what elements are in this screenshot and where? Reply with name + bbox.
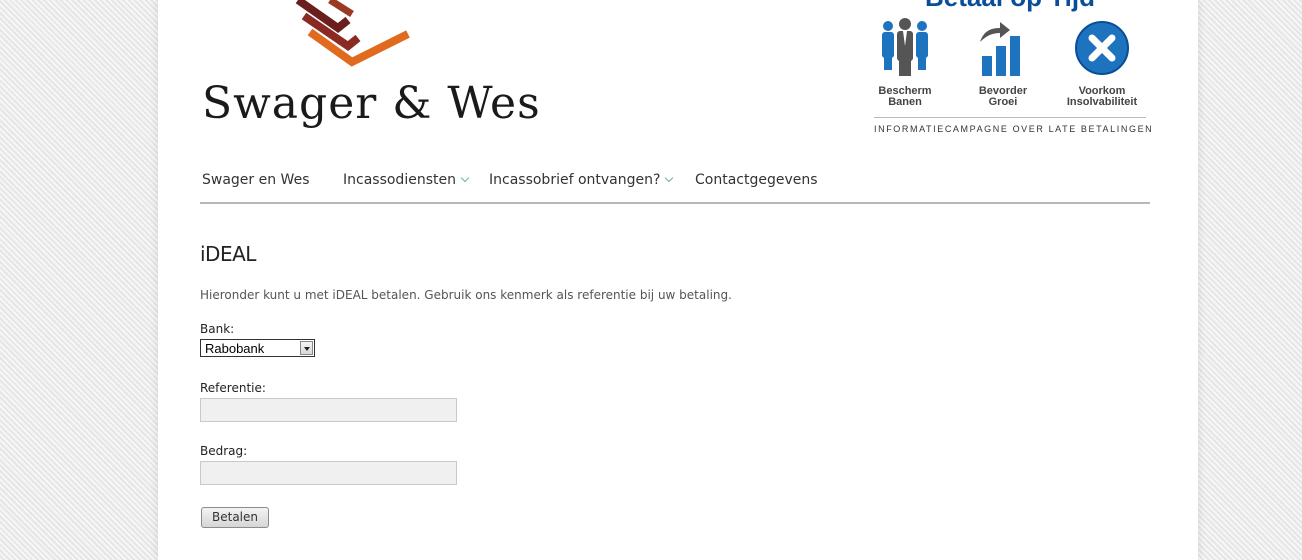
page-title: iDEAL [200, 242, 256, 266]
banner-divider [874, 117, 1146, 118]
nav-item-incassobrief-ontvangen[interactable]: Incassobrief ontvangen? [489, 172, 674, 188]
site-logo[interactable]: Swager & Wes [202, 0, 540, 135]
main-navigation: Swager en Wes Incassodiensten Incassobri… [200, 172, 1150, 204]
dropdown-arrow-icon[interactable] [300, 341, 313, 355]
reference-input[interactable] [200, 398, 457, 422]
nav-item-incassodiensten[interactable]: Incassodiensten [343, 172, 470, 188]
chevron-down-icon [665, 173, 674, 183]
bank-label: Bank: [200, 322, 235, 336]
bank-select-value: Rabobank [205, 341, 265, 356]
campaign-item-2: Bevorder Groei [978, 85, 1028, 108]
nav-item-swager-en-wes[interactable]: Swager en Wes [202, 172, 310, 188]
bank-select[interactable]: Rabobank [200, 339, 315, 357]
campaign-item-1: Bescherm Banen [878, 85, 932, 108]
campaign-item-3: Voorkom Insolvabiliteit [1066, 85, 1138, 108]
people-icon [882, 18, 928, 76]
amount-label: Bedrag: [200, 444, 248, 458]
reference-label: Referentie: [200, 381, 266, 395]
pay-button[interactable]: Betalen [201, 507, 269, 528]
close-circle-icon [1075, 21, 1129, 75]
growth-chart-icon [980, 22, 1020, 76]
amount-input[interactable] [200, 461, 457, 485]
logo-wordmark: Swager & Wes [202, 78, 541, 129]
logo-mark-icon [295, 0, 410, 67]
nav-item-contactgegevens[interactable]: Contactgegevens [695, 172, 818, 188]
campaign-tagline: INFORMATIECAMPAGNE OVER LATE BETALINGEN [874, 124, 1154, 134]
chevron-down-icon [460, 173, 470, 183]
intro-text: Hieronder kunt u met iDEAL betalen. Gebr… [200, 288, 732, 302]
campaign-banner[interactable]: Betaal op Tijd Bescherm Banen Bevorder G… [870, 0, 1154, 140]
campaign-title: Betaal op Tijd [870, 0, 1150, 10]
